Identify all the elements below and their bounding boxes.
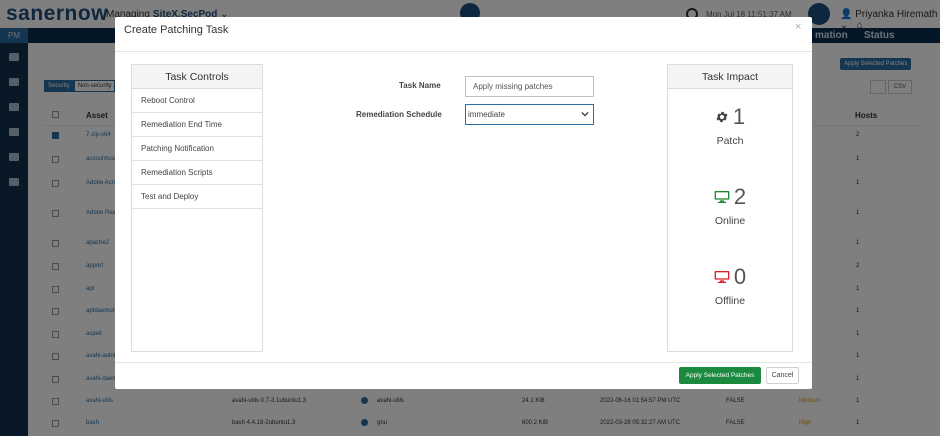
task-controls-heading: Task Controls xyxy=(132,65,262,89)
gear-icon xyxy=(716,111,728,123)
task-name-input[interactable] xyxy=(465,76,594,97)
impact-patch: 1 Patch xyxy=(668,104,792,147)
task-impact-panel: Task Impact 1 Patch 2 Online 0 Offline xyxy=(667,64,793,352)
remediation-schedule-label: Remediation Schedule xyxy=(356,110,442,119)
control-test-and-deploy[interactable]: Test and Deploy xyxy=(132,185,262,209)
patch-count: 1 xyxy=(732,104,746,129)
task-impact-heading: Task Impact xyxy=(668,65,792,89)
chevron-down-icon xyxy=(581,111,589,117)
footer-divider xyxy=(115,362,812,363)
remediation-schedule-select[interactable]: immediate xyxy=(465,104,594,125)
dialog-title: Create Patching Task xyxy=(124,24,229,36)
apply-selected-patches-button[interactable]: Apply Selected Patches xyxy=(679,367,761,384)
offline-label: Offline xyxy=(714,295,746,307)
control-remediation-scripts[interactable]: Remediation Scripts xyxy=(132,161,262,185)
task-controls-panel: Task Controls Reboot Control Remediation… xyxy=(131,64,263,352)
control-patching-notification[interactable]: Patching Notification xyxy=(132,137,262,161)
control-reboot-control[interactable]: Reboot Control xyxy=(132,89,262,113)
patch-label: Patch xyxy=(716,135,744,147)
monitor-icon xyxy=(714,191,730,203)
control-remediation-end-time[interactable]: Remediation End Time xyxy=(132,113,262,137)
header-divider xyxy=(115,51,812,52)
impact-offline: 0 Offline xyxy=(668,264,792,307)
close-icon[interactable]: × xyxy=(795,21,801,33)
monitor-icon xyxy=(714,271,730,283)
offline-count: 0 xyxy=(733,264,747,289)
selected-schedule-value: immediate xyxy=(468,110,505,119)
impact-online: 2 Online xyxy=(668,184,792,227)
cancel-button[interactable]: Cancel xyxy=(766,367,799,384)
online-count: 2 xyxy=(733,184,747,209)
task-name-label: Task Name xyxy=(399,81,441,90)
online-label: Online xyxy=(714,215,746,227)
create-patching-task-dialog: Create Patching Task × Task Controls Reb… xyxy=(115,17,812,389)
